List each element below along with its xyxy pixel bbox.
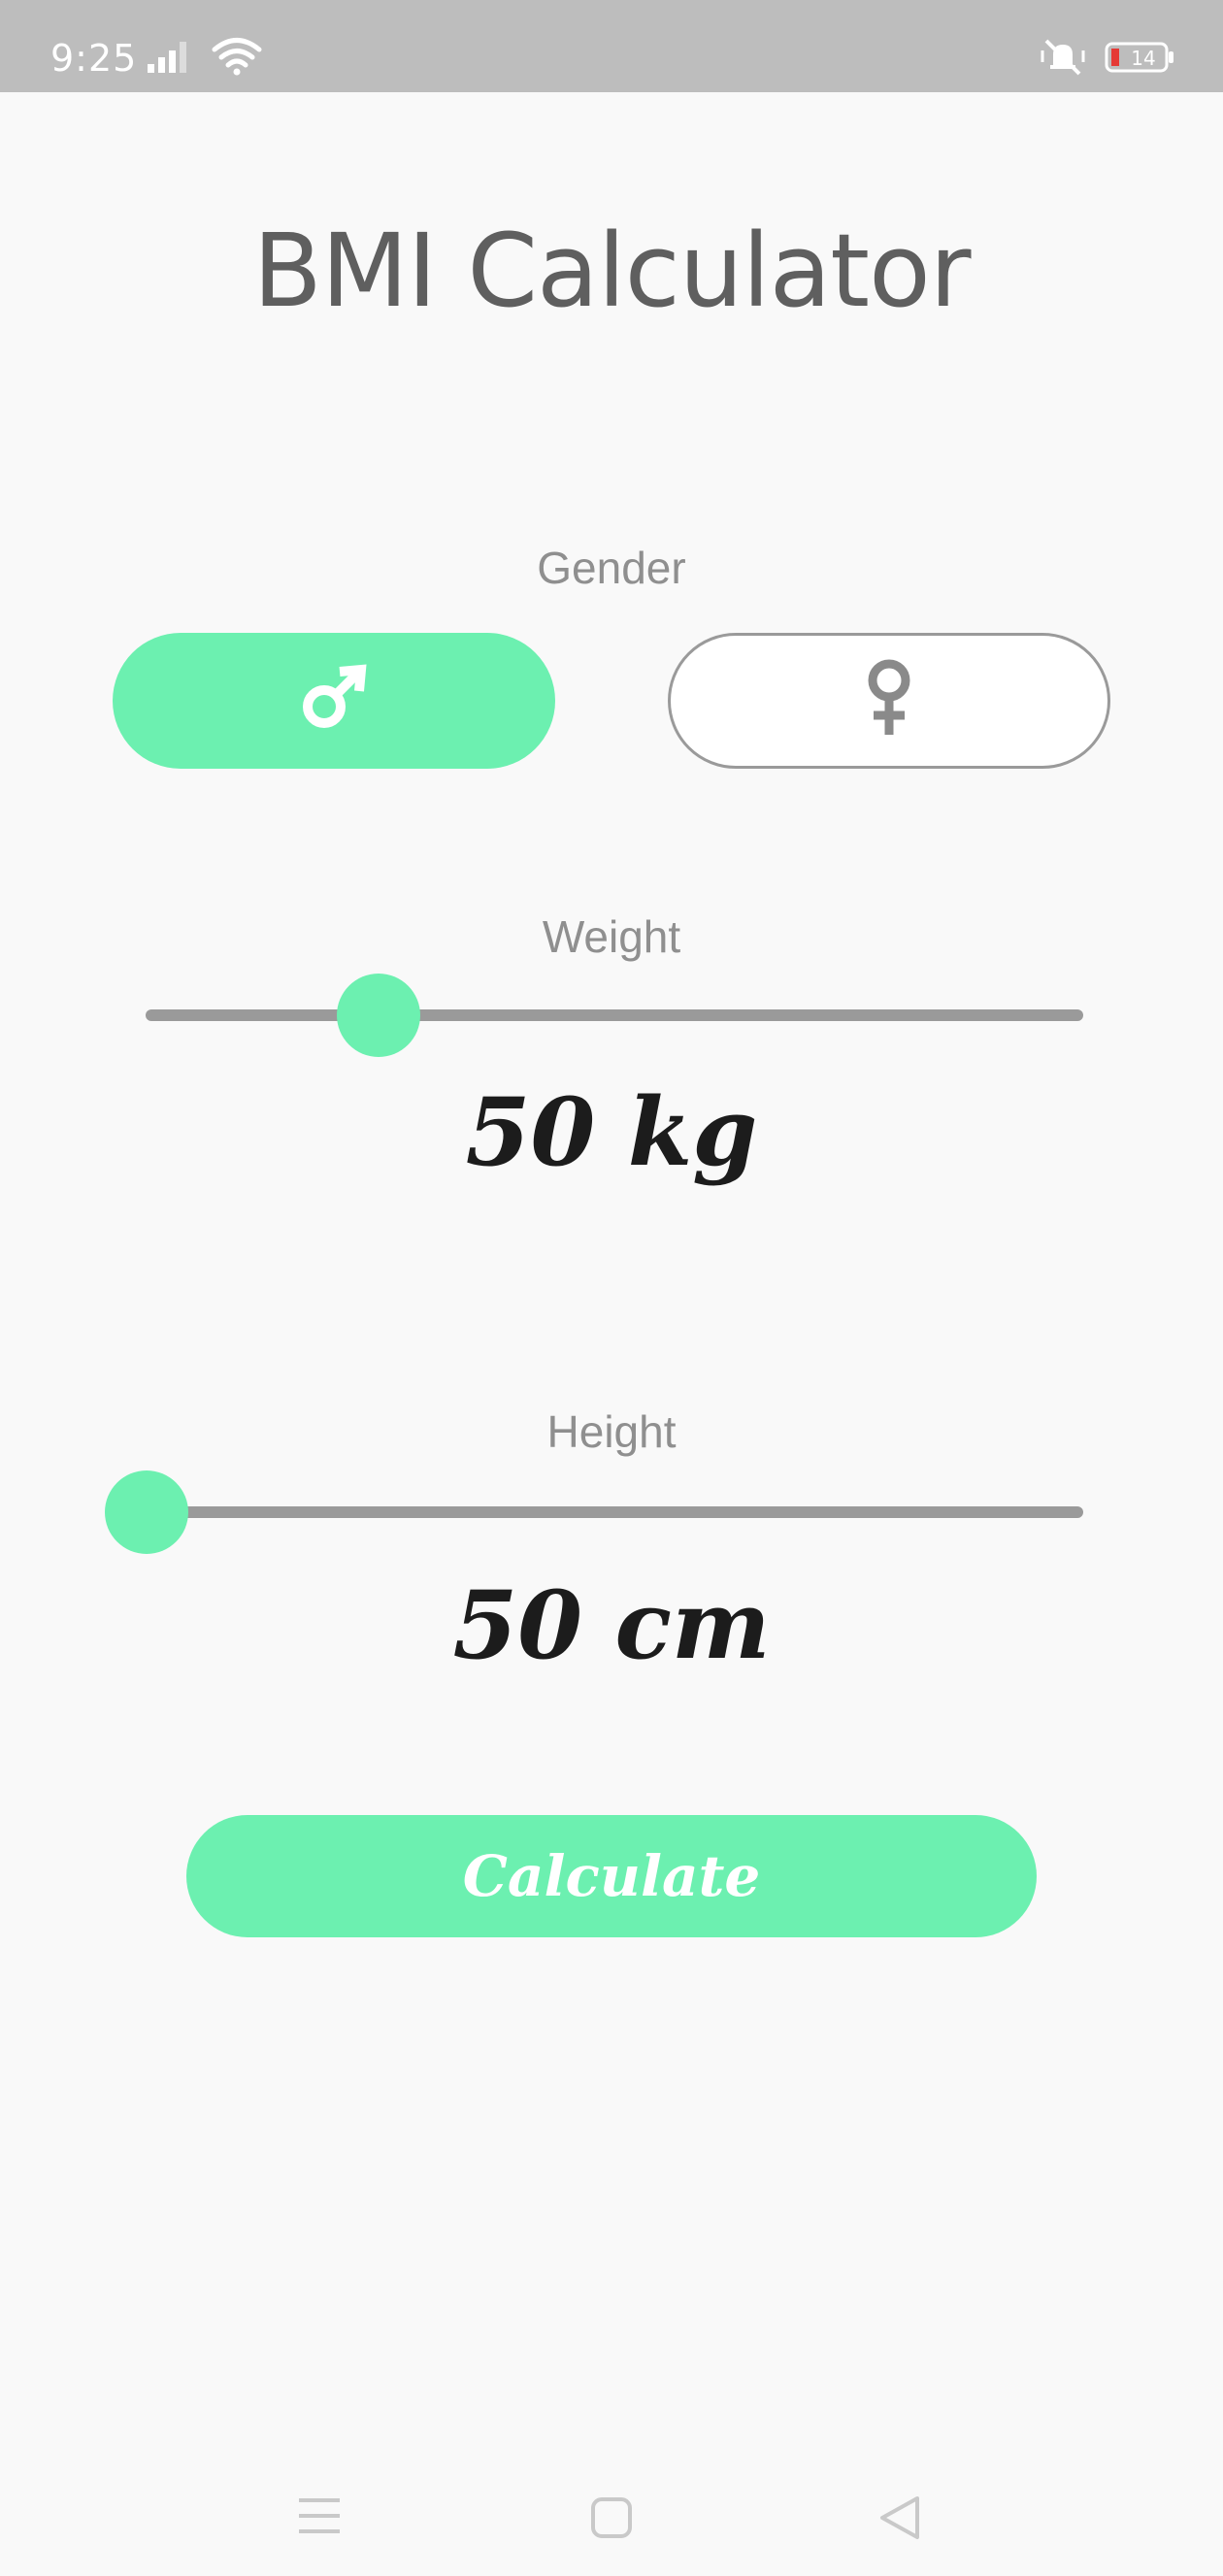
weight-label: Weight [542, 911, 681, 962]
weight-value: 50 kg [465, 1077, 758, 1187]
height-label: Height [546, 1406, 677, 1457]
page-title: BMI Calculator [252, 212, 972, 330]
mute-icon [1039, 37, 1087, 81]
female-button[interactable] [668, 633, 1110, 769]
wifi-icon [212, 37, 262, 81]
menu-icon[interactable] [297, 2494, 342, 2542]
navigation-bar [0, 2465, 1223, 2576]
status-time: 9:25 [50, 37, 138, 80]
female-icon [860, 657, 918, 745]
height-value: 50 cm [452, 1570, 771, 1680]
height-slider-thumb[interactable] [105, 1470, 188, 1554]
weight-slider-thumb[interactable] [337, 974, 420, 1057]
gender-label: Gender [537, 543, 686, 593]
male-button[interactable] [113, 633, 555, 769]
calculate-button[interactable]: Calculate [186, 1815, 1037, 1937]
back-icon[interactable] [878, 2494, 921, 2546]
battery-icon: 14 [1105, 41, 1174, 79]
signal-icon [146, 39, 194, 79]
status-bar: 9:25 14 [0, 0, 1223, 92]
height-slider[interactable] [105, 1470, 1083, 1554]
bmi-screen: 9:25 14 BMI Calculator Gender Weight 50 … [0, 0, 1223, 2576]
home-icon[interactable] [590, 2496, 633, 2544]
male-icon [295, 660, 373, 743]
weight-slider[interactable] [146, 974, 1083, 1057]
battery-level: 14 [1131, 47, 1155, 70]
